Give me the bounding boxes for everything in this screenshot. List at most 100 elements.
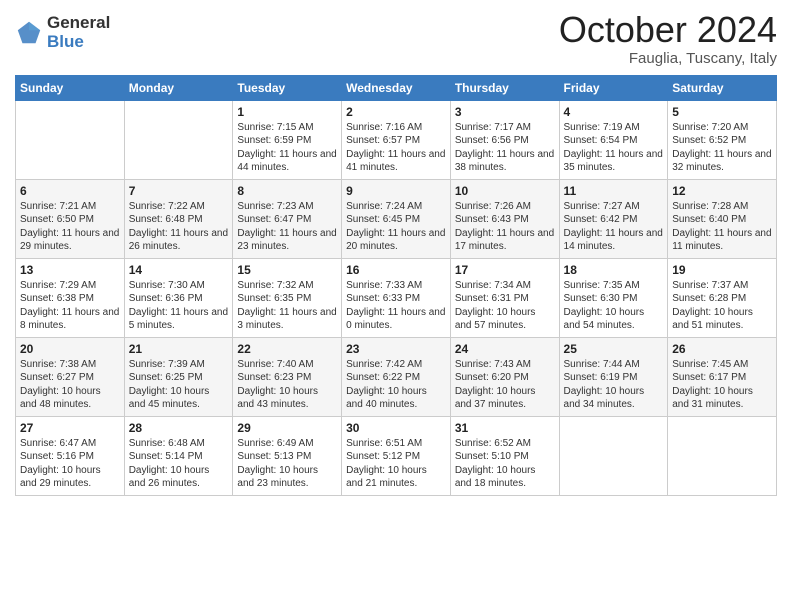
day-number: 15 [237,263,337,277]
cell-info: Sunrise: 7:39 AM Sunset: 6:25 PM Dayligh… [129,358,229,412]
calendar-cell: 6 Sunrise: 7:21 AM Sunset: 6:50 PM Daylig… [16,179,125,258]
day-number: 8 [237,184,337,198]
day-number: 14 [129,263,229,277]
day-number: 12 [672,184,772,198]
calendar: SundayMondayTuesdayWednesdayThursdayFrid… [15,75,777,496]
day-number: 26 [672,342,772,356]
day-number: 7 [129,184,229,198]
day-number: 17 [455,263,555,277]
calendar-week-1: 6 Sunrise: 7:21 AM Sunset: 6:50 PM Daylig… [16,179,777,258]
day-number: 29 [237,421,337,435]
day-header-thursday: Thursday [450,75,559,100]
day-number: 28 [129,421,229,435]
month-title: October 2024 [559,10,777,50]
calendar-week-2: 13 Sunrise: 7:29 AM Sunset: 6:38 PM Dayli… [16,258,777,337]
calendar-cell: 8 Sunrise: 7:23 AM Sunset: 6:47 PM Daylig… [233,179,342,258]
calendar-cell [124,100,233,179]
cell-info: Sunrise: 6:51 AM Sunset: 5:12 PM Dayligh… [346,437,446,491]
calendar-cell: 23Sunrise: 7:42 AM Sunset: 6:22 PM Dayli… [342,337,451,416]
calendar-cell: 4Sunrise: 7:19 AM Sunset: 6:54 PM Daylig… [559,100,668,179]
cell-info: Sunrise: 7:27 AM Sunset: 6:42 PM Dayligh… [564,200,664,254]
day-number: 11 [564,184,664,198]
day-number: 30 [346,421,446,435]
cell-info: Sunrise: 7:32 AM Sunset: 6:35 PM Dayligh… [237,279,337,333]
page: General Blue October 2024 Fauglia, Tusca… [0,0,792,612]
calendar-cell [668,416,777,495]
cell-info: Sunrise: 7:37 AM Sunset: 6:28 PM Dayligh… [672,279,772,333]
day-number: 19 [672,263,772,277]
calendar-cell: 14 Sunrise: 7:30 AM Sunset: 6:36 PM Dayli… [124,258,233,337]
day-number: 4 [564,105,664,119]
cell-info: Sunrise: 7:23 AM Sunset: 6:47 PM Dayligh… [237,200,337,254]
calendar-cell: 7 Sunrise: 7:22 AM Sunset: 6:48 PM Daylig… [124,179,233,258]
cell-info: Sunrise: 7:15 AM Sunset: 6:59 PM Dayligh… [237,121,337,175]
cell-info: Sunrise: 7:21 AM Sunset: 6:50 PM Dayligh… [20,200,120,254]
calendar-cell: 20 Sunrise: 7:38 AM Sunset: 6:27 PM Dayli… [16,337,125,416]
calendar-cell [16,100,125,179]
cell-info: Sunrise: 7:40 AM Sunset: 6:23 PM Dayligh… [237,358,337,412]
day-header-wednesday: Wednesday [342,75,451,100]
cell-info: Sunrise: 6:48 AM Sunset: 5:14 PM Dayligh… [129,437,229,491]
calendar-cell: 26Sunrise: 7:45 AM Sunset: 6:17 PM Dayli… [668,337,777,416]
logo-text: General Blue [47,14,110,51]
calendar-cell: 17Sunrise: 7:34 AM Sunset: 6:31 PM Dayli… [450,258,559,337]
day-number: 13 [20,263,120,277]
calendar-cell: 15 Sunrise: 7:32 AM Sunset: 6:35 PM Dayli… [233,258,342,337]
calendar-cell: 11 Sunrise: 7:27 AM Sunset: 6:42 PM Dayli… [559,179,668,258]
logo-blue: Blue [47,33,110,52]
calendar-cell: 3Sunrise: 7:17 AM Sunset: 6:56 PM Daylig… [450,100,559,179]
calendar-cell: 5Sunrise: 7:20 AM Sunset: 6:52 PM Daylig… [668,100,777,179]
cell-info: Sunrise: 7:30 AM Sunset: 6:36 PM Dayligh… [129,279,229,333]
calendar-week-4: 27 Sunrise: 6:47 AM Sunset: 5:16 PM Dayli… [16,416,777,495]
calendar-cell: 12 Sunrise: 7:28 AM Sunset: 6:40 PM Dayli… [668,179,777,258]
cell-info: Sunrise: 7:16 AM Sunset: 6:57 PM Dayligh… [346,121,446,175]
cell-info: Sunrise: 7:43 AM Sunset: 6:20 PM Dayligh… [455,358,555,412]
day-header-tuesday: Tuesday [233,75,342,100]
logo-icon [15,19,43,47]
day-number: 31 [455,421,555,435]
calendar-cell: 16Sunrise: 7:33 AM Sunset: 6:33 PM Dayli… [342,258,451,337]
calendar-cell: 30 Sunrise: 6:51 AM Sunset: 5:12 PM Dayli… [342,416,451,495]
day-number: 25 [564,342,664,356]
cell-info: Sunrise: 6:47 AM Sunset: 5:16 PM Dayligh… [20,437,120,491]
cell-info: Sunrise: 7:38 AM Sunset: 6:27 PM Dayligh… [20,358,120,412]
logo: General Blue [15,14,110,51]
calendar-cell: 28 Sunrise: 6:48 AM Sunset: 5:14 PM Dayli… [124,416,233,495]
day-number: 5 [672,105,772,119]
day-number: 21 [129,342,229,356]
calendar-cell: 24Sunrise: 7:43 AM Sunset: 6:20 PM Dayli… [450,337,559,416]
logo-general: General [47,14,110,33]
day-number: 3 [455,105,555,119]
day-number: 27 [20,421,120,435]
calendar-cell: 18 Sunrise: 7:35 AM Sunset: 6:30 PM Dayli… [559,258,668,337]
day-number: 2 [346,105,446,119]
header: General Blue October 2024 Fauglia, Tusca… [15,10,777,67]
calendar-cell [559,416,668,495]
calendar-cell: 29Sunrise: 6:49 AM Sunset: 5:13 PM Dayli… [233,416,342,495]
cell-info: Sunrise: 7:26 AM Sunset: 6:43 PM Dayligh… [455,200,555,254]
day-number: 18 [564,263,664,277]
calendar-cell: 22Sunrise: 7:40 AM Sunset: 6:23 PM Dayli… [233,337,342,416]
calendar-week-0: 1Sunrise: 7:15 AM Sunset: 6:59 PM Daylig… [16,100,777,179]
day-number: 23 [346,342,446,356]
calendar-week-3: 20 Sunrise: 7:38 AM Sunset: 6:27 PM Dayli… [16,337,777,416]
calendar-header-row: SundayMondayTuesdayWednesdayThursdayFrid… [16,75,777,100]
day-number: 9 [346,184,446,198]
calendar-cell: 2 Sunrise: 7:16 AM Sunset: 6:57 PM Daylig… [342,100,451,179]
cell-info: Sunrise: 7:29 AM Sunset: 6:38 PM Dayligh… [20,279,120,333]
calendar-cell: 9Sunrise: 7:24 AM Sunset: 6:45 PM Daylig… [342,179,451,258]
cell-info: Sunrise: 7:22 AM Sunset: 6:48 PM Dayligh… [129,200,229,254]
day-header-friday: Friday [559,75,668,100]
day-number: 6 [20,184,120,198]
cell-info: Sunrise: 7:35 AM Sunset: 6:30 PM Dayligh… [564,279,664,333]
day-number: 20 [20,342,120,356]
calendar-cell: 1Sunrise: 7:15 AM Sunset: 6:59 PM Daylig… [233,100,342,179]
calendar-cell: 19 Sunrise: 7:37 AM Sunset: 6:28 PM Dayli… [668,258,777,337]
calendar-cell: 25Sunrise: 7:44 AM Sunset: 6:19 PM Dayli… [559,337,668,416]
calendar-cell: 13 Sunrise: 7:29 AM Sunset: 6:38 PM Dayli… [16,258,125,337]
cell-info: Sunrise: 7:28 AM Sunset: 6:40 PM Dayligh… [672,200,772,254]
title-block: October 2024 Fauglia, Tuscany, Italy [559,10,777,67]
cell-info: Sunrise: 7:33 AM Sunset: 6:33 PM Dayligh… [346,279,446,333]
day-header-saturday: Saturday [668,75,777,100]
calendar-cell: 21 Sunrise: 7:39 AM Sunset: 6:25 PM Dayli… [124,337,233,416]
